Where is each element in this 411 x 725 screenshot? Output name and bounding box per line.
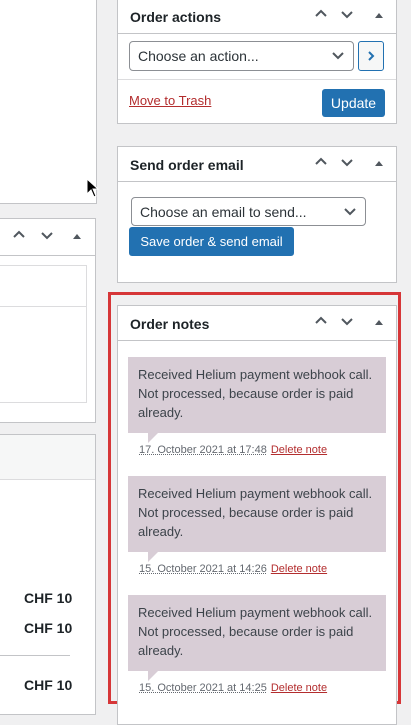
order-note-date: 15. October 2021 at 14:26 <box>139 563 267 575</box>
order-note-date: 17. October 2021 at 17:48 <box>139 444 267 456</box>
move-down-icon[interactable] <box>338 155 356 173</box>
order-note: Received Helium payment webhook call. No… <box>128 357 386 443</box>
items-divider <box>0 306 86 307</box>
order-note: Received Helium payment webhook call. No… <box>128 476 386 562</box>
totals-divider <box>0 655 70 656</box>
item-total-price: CHF 10 <box>24 590 73 606</box>
move-down-icon[interactable] <box>338 314 356 332</box>
items-inner-box <box>0 265 87 403</box>
main-panel-top <box>0 0 97 204</box>
move-down-icon[interactable] <box>38 228 56 246</box>
delete-note-link[interactable]: Delete note <box>271 682 327 694</box>
update-button[interactable]: Update <box>322 89 385 117</box>
order-actions-box: Order actions Choose an action... Move t… <box>117 0 397 124</box>
order-actions-title: Order actions <box>130 9 222 25</box>
order-note-meta: 15. October 2021 at 14:26 Delete note <box>139 563 327 575</box>
mouse-cursor-icon <box>86 177 100 198</box>
email-select[interactable]: Choose an email to send... <box>131 197 366 226</box>
order-note-meta: 15. October 2021 at 14:25 Delete note <box>139 682 327 694</box>
chevron-right-icon <box>368 51 375 61</box>
order-notes-header: Order notes <box>118 306 396 341</box>
order-notes-title: Order notes <box>130 316 210 332</box>
totals-header <box>0 435 95 480</box>
chevron-down-icon <box>332 52 344 60</box>
order-action-select-value: Choose an action... <box>138 48 259 64</box>
move-up-icon[interactable] <box>10 228 28 246</box>
move-up-icon[interactable] <box>312 7 330 25</box>
toggle-panel-icon[interactable] <box>370 314 388 332</box>
order-note-meta: 17. October 2021 at 17:48 Delete note <box>139 444 327 456</box>
order-notes-box: Order notes Received Helium payment webh… <box>117 305 397 725</box>
move-up-icon[interactable] <box>312 314 330 332</box>
delete-note-link[interactable]: Delete note <box>271 563 327 575</box>
send-email-title: Send order email <box>130 157 244 173</box>
toggle-panel-icon[interactable] <box>68 228 86 246</box>
delete-note-link[interactable]: Delete note <box>271 444 327 456</box>
order-actions-divider <box>118 79 396 80</box>
move-down-icon[interactable] <box>338 7 356 25</box>
move-to-trash-link[interactable]: Move to Trash <box>129 93 211 108</box>
move-up-icon[interactable] <box>312 155 330 173</box>
save-and-send-email-button[interactable]: Save order & send email <box>129 227 294 256</box>
email-select-value: Choose an email to send... <box>140 204 307 220</box>
order-total-price: CHF 10 <box>24 620 73 636</box>
paid-total-price: CHF 10 <box>24 677 73 693</box>
order-note: Received Helium payment webhook call. No… <box>128 595 386 681</box>
chevron-down-icon <box>344 208 356 216</box>
order-actions-header: Order actions <box>118 0 396 34</box>
send-email-box: Send order email Choose an email to send… <box>117 146 397 283</box>
items-panel <box>0 218 96 423</box>
order-action-select[interactable]: Choose an action... <box>129 41 354 71</box>
order-note-date: 15. October 2021 at 14:25 <box>139 682 267 694</box>
apply-action-button[interactable] <box>358 41 384 71</box>
toggle-panel-icon[interactable] <box>370 155 388 173</box>
send-email-header: Send order email <box>118 147 396 182</box>
toggle-panel-icon[interactable] <box>370 7 388 25</box>
totals-panel <box>0 434 96 715</box>
